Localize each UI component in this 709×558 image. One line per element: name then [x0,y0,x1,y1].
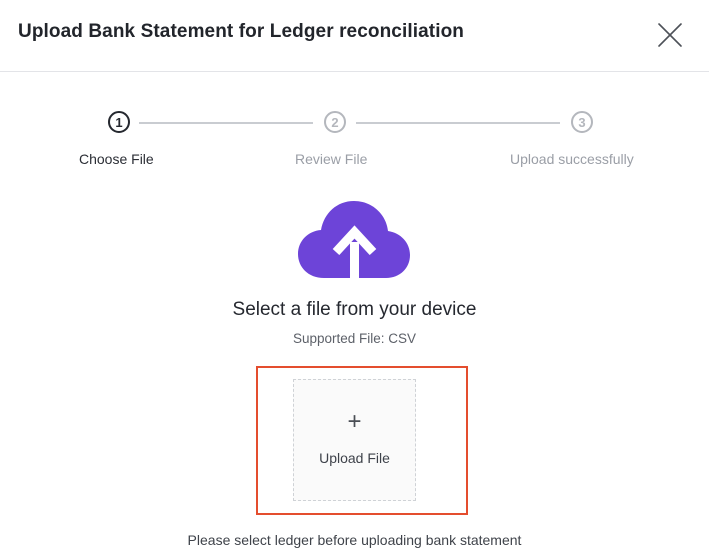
step-2-indicator: 2 [324,111,346,133]
select-file-heading: Select a file from your device [232,299,477,320]
upload-file-label: Upload File [319,450,390,466]
step-1-label: Choose File [79,151,154,167]
upload-file-button[interactable]: + Upload File [293,379,416,501]
upload-stepper: 1 2 3 Choose File Review File Upload suc… [0,0,709,180]
supported-file-types: Supported File: CSV [292,331,417,346]
upload-bank-statement-modal: Upload Bank Statement for Ledger reconci… [0,0,709,558]
step-1-indicator: 1 [108,111,130,133]
cloud-upload-icon [298,201,410,280]
step-connector-1 [139,122,313,124]
step-2-label: Review File [295,151,368,167]
ledger-warning-note: Please select ledger before uploading ba… [187,532,522,548]
step-3-indicator: 3 [571,111,593,133]
step-3-label: Upload successfully [510,151,634,167]
step-connector-2 [356,122,560,124]
plus-icon: + [347,408,362,435]
